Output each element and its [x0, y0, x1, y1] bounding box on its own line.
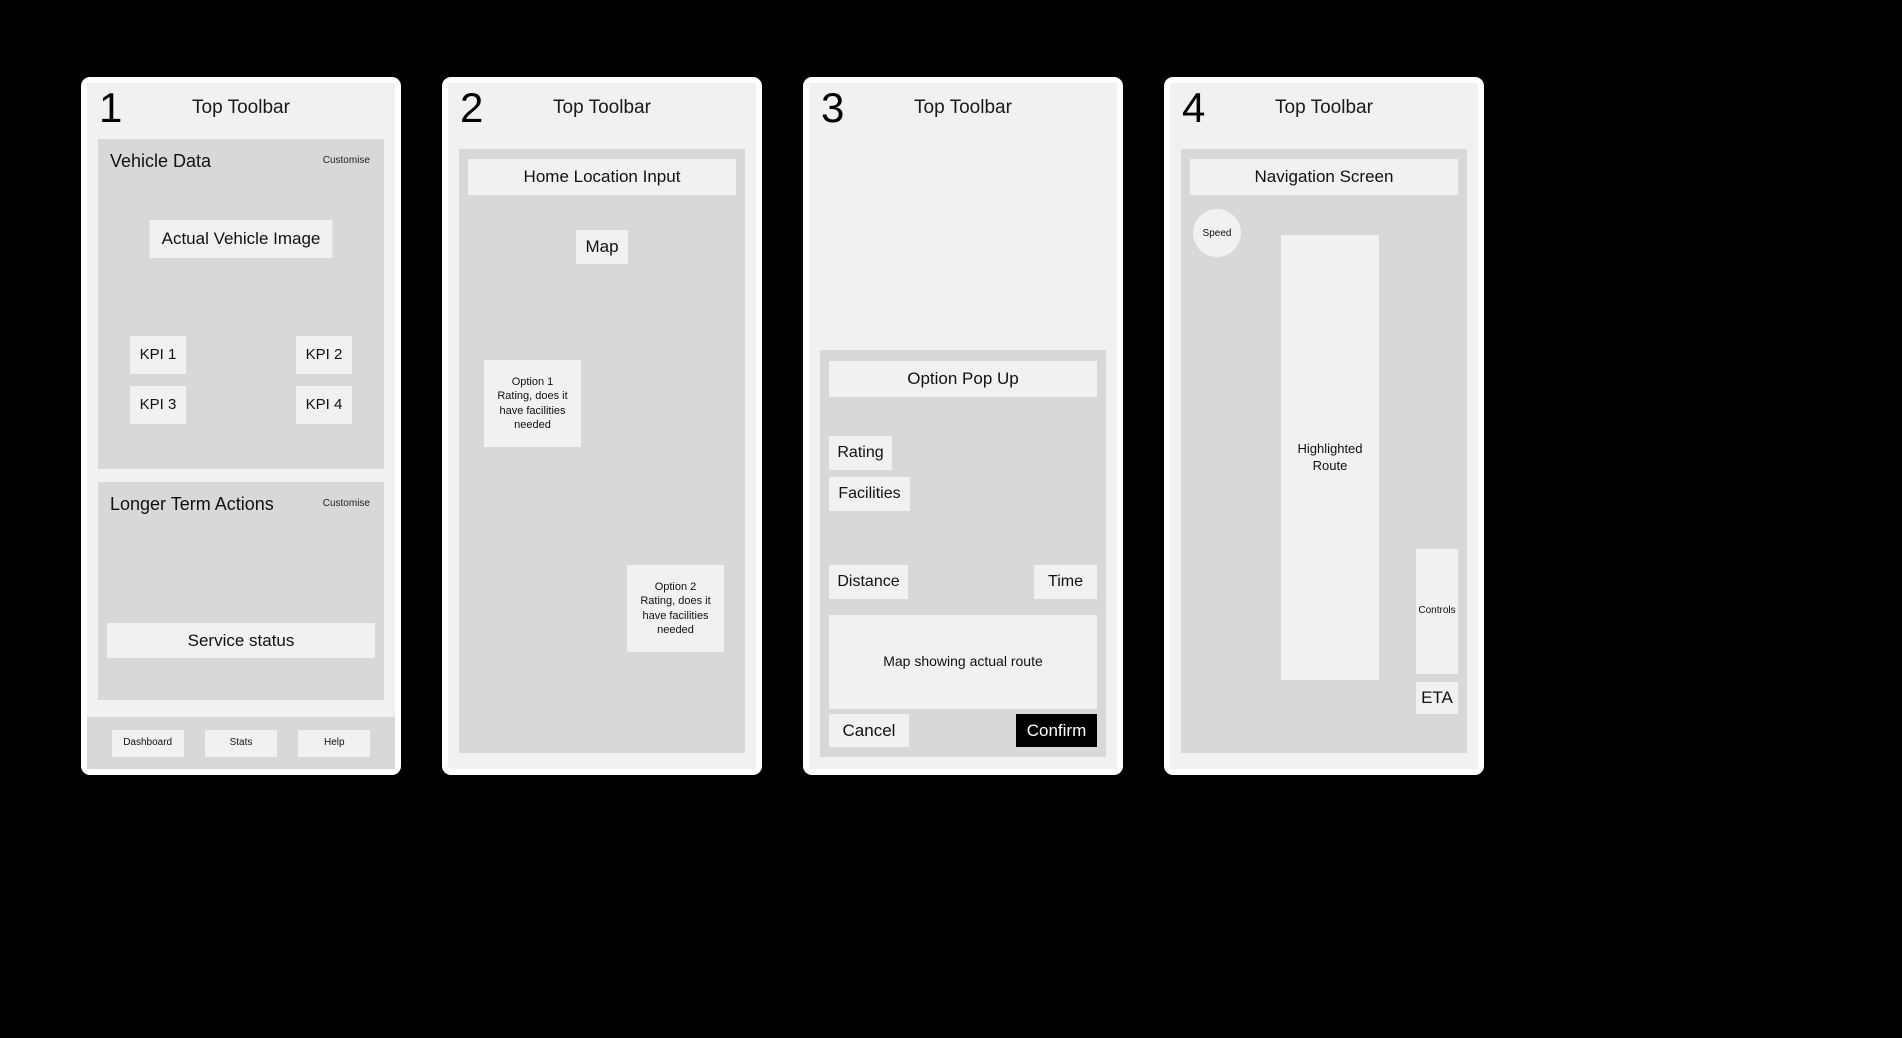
nav-button-dashboard[interactable]: Dashboard [111, 729, 184, 757]
screen-3-viewport: 3 Top Toolbar Option Pop Up Rating Facil… [809, 83, 1117, 769]
nav-button-help[interactable]: Help [298, 729, 371, 757]
option-card-1[interactable]: Option 1 Rating, does it have facilities… [484, 360, 581, 447]
option-card-1-line2: Rating, does it [497, 390, 568, 403]
vehicle-data-card: Vehicle Data Customise Actual Vehicle Im… [98, 139, 384, 469]
highlighted-route-line2: Route [1312, 457, 1348, 473]
vehicle-data-title: Vehicle Data [110, 151, 212, 171]
option-popup-title: Option Pop Up [829, 361, 1097, 397]
kpi-tile-4[interactable]: KPI 4 [296, 386, 352, 424]
kpi-tile-2[interactable]: KPI 2 [296, 336, 352, 374]
navigation-screen-header: Navigation Screen [1190, 159, 1458, 195]
route-map-preview[interactable]: Map showing actual route [829, 615, 1097, 709]
screen-2-panel: Home Location Input Map Option 1 Rating,… [459, 149, 745, 753]
nav-button-stats[interactable]: Stats [204, 729, 277, 757]
screen-3-toolbar: 3 Top Toolbar [809, 83, 1117, 139]
option-card-1-title: Option 1 [511, 376, 554, 389]
screen-2-frame: 2 Top Toolbar Home Location Input Map Op… [437, 72, 767, 780]
screen-1-toolbar-title: Top Toolbar [192, 97, 290, 118]
controls-panel[interactable]: Controls [1416, 549, 1458, 674]
kpi-tile-3[interactable]: KPI 3 [130, 386, 186, 424]
chip-time[interactable]: Time [1034, 565, 1097, 599]
screen-3-frame: 3 Top Toolbar Option Pop Up Rating Facil… [798, 72, 1128, 780]
longer-term-actions-customise-link[interactable]: Customise [323, 498, 370, 509]
chip-rating[interactable]: Rating [829, 436, 892, 470]
screen-1-toolbar: 1 Top Toolbar [87, 83, 395, 139]
highlighted-route[interactable]: Highlighted Route [1281, 235, 1379, 680]
option-card-2-line4: needed [657, 623, 694, 636]
speed-indicator: Speed [1193, 209, 1241, 257]
screen-3-body: Option Pop Up Rating Facilities Distance… [809, 139, 1117, 769]
screen-1-body: Vehicle Data Customise Actual Vehicle Im… [87, 139, 395, 769]
option-card-1-line4: needed [514, 418, 551, 431]
chip-distance[interactable]: Distance [829, 565, 908, 599]
home-location-input[interactable]: Home Location Input [468, 159, 736, 195]
screen-2-viewport: 2 Top Toolbar Home Location Input Map Op… [448, 83, 756, 769]
screen-4-toolbar-title: Top Toolbar [1275, 97, 1373, 118]
chip-facilities[interactable]: Facilities [829, 477, 910, 511]
option-card-2-line2: Rating, does it [640, 595, 711, 608]
option-card-1-line3: have facilities [499, 404, 566, 417]
confirm-button[interactable]: Confirm [1016, 714, 1097, 747]
option-popup-panel: Option Pop Up Rating Facilities Distance… [820, 350, 1106, 757]
eta-badge[interactable]: ETA [1416, 682, 1458, 714]
longer-term-actions-card: Longer Term Actions Customise Service st… [98, 482, 384, 700]
screen-2-body: Home Location Input Map Option 1 Rating,… [448, 139, 756, 769]
screen-4-toolbar: 4 Top Toolbar [1170, 83, 1478, 139]
screen-4-frame: 4 Top Toolbar Navigation Screen Speed Hi… [1159, 72, 1489, 780]
service-status-button[interactable]: Service status [107, 623, 375, 658]
cancel-button[interactable]: Cancel [829, 714, 909, 747]
screen-3-empty-area [809, 139, 1117, 350]
map-button[interactable]: Map [576, 230, 628, 264]
screen-3-toolbar-title: Top Toolbar [914, 97, 1012, 118]
screen-4-viewport: 4 Top Toolbar Navigation Screen Speed Hi… [1170, 83, 1478, 769]
navigation-panel: Navigation Screen Speed Highlighted Rout… [1181, 149, 1467, 753]
screen-1-bottom-nav: Dashboard Stats Help [87, 717, 395, 769]
actual-vehicle-image[interactable]: Actual Vehicle Image [149, 220, 333, 258]
longer-term-actions-title: Longer Term Actions [110, 494, 274, 514]
option-card-2-title: Option 2 [654, 581, 697, 594]
screen-1-spacer [87, 700, 395, 717]
vehicle-data-customise-link[interactable]: Customise [323, 155, 370, 166]
screen-1-viewport: 1 Top Toolbar Vehicle Data Customise Act… [87, 83, 395, 769]
kpi-tile-1[interactable]: KPI 1 [130, 336, 186, 374]
screen-2-toolbar-title: Top Toolbar [553, 97, 651, 118]
option-card-2-line3: have facilities [642, 609, 709, 622]
screen-2-toolbar: 2 Top Toolbar [448, 83, 756, 139]
option-card-2[interactable]: Option 2 Rating, does it have facilities… [627, 565, 724, 652]
highlighted-route-line1: Highlighted [1297, 440, 1363, 456]
screen-1-frame: 1 Top Toolbar Vehicle Data Customise Act… [76, 72, 406, 780]
screen-4-body: Navigation Screen Speed Highlighted Rout… [1170, 139, 1478, 769]
wireframe-canvas: 1 Top Toolbar Vehicle Data Customise Act… [0, 0, 1902, 1038]
